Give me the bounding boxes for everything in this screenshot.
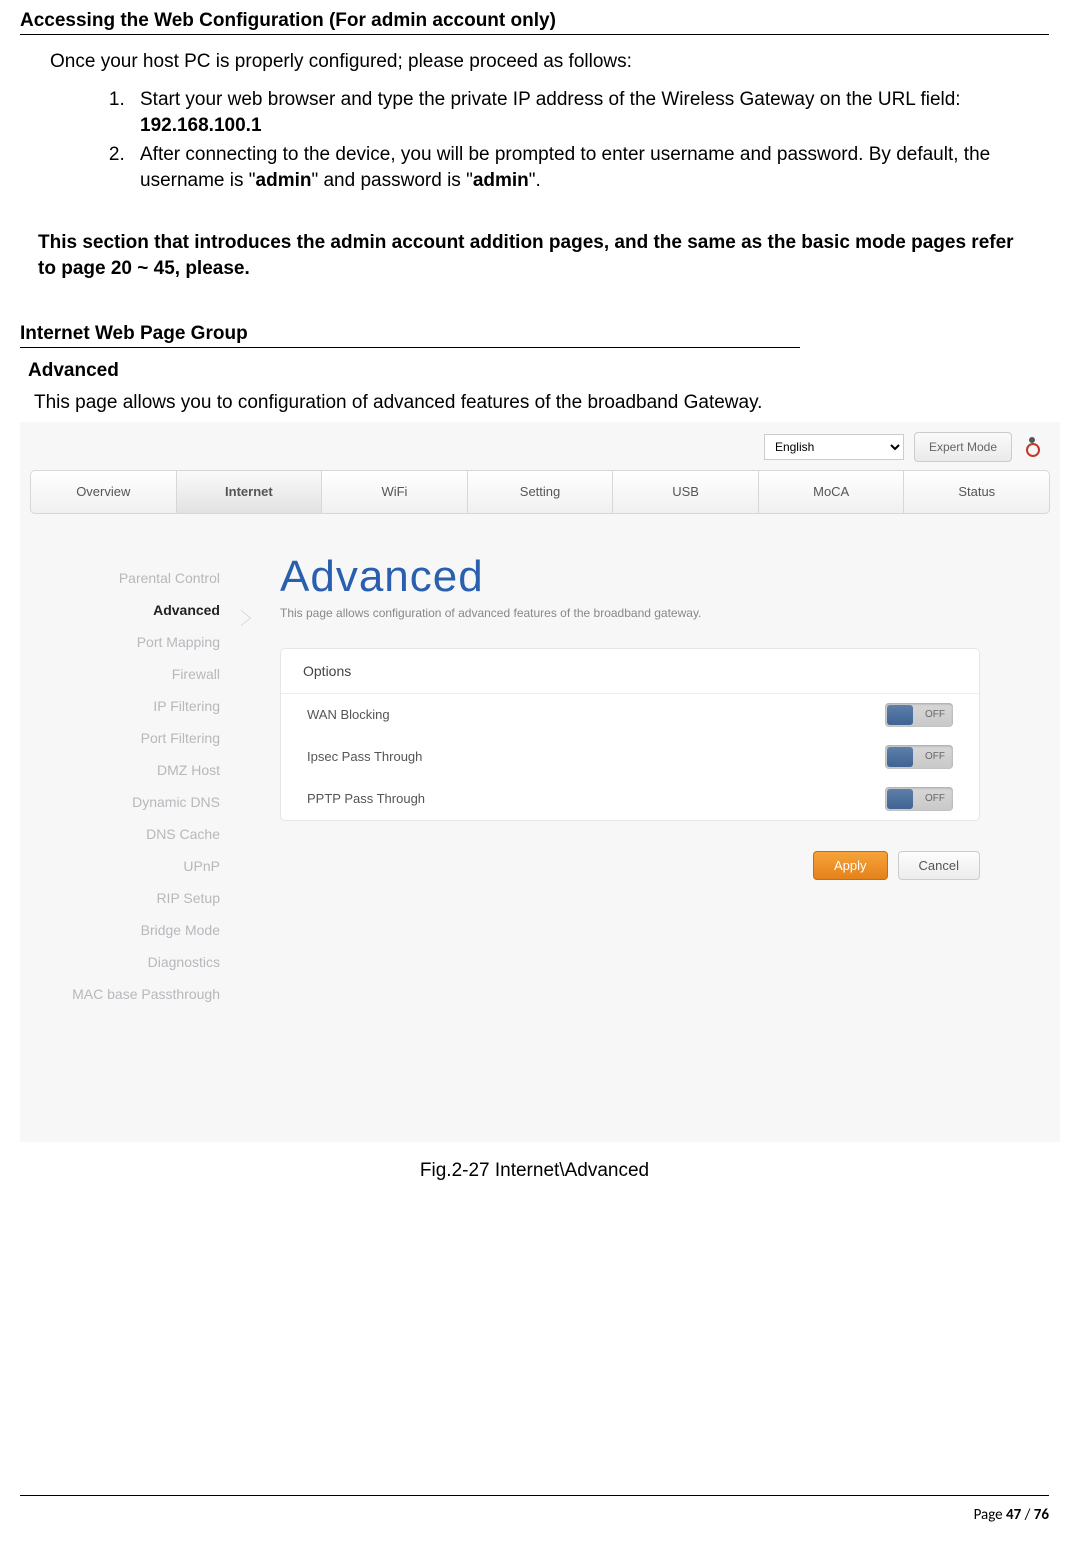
- sidebar-item-ddns[interactable]: Dynamic DNS: [30, 786, 240, 818]
- expert-mode-button[interactable]: Expert Mode: [914, 432, 1012, 462]
- panel-description: This page allows configuration of advanc…: [280, 606, 980, 620]
- button-row: Apply Cancel: [280, 851, 980, 880]
- option-wan-blocking: WAN Blocking OFF: [281, 694, 979, 736]
- step-2: After connecting to the device, you will…: [130, 142, 1049, 193]
- toggle-ipsec[interactable]: OFF: [885, 745, 953, 769]
- subsection-desc: This page allows you to configuration of…: [34, 392, 1049, 414]
- step-2-text-b: " and password is ": [311, 170, 472, 191]
- figure-caption: Fig.2-27 Internet\Advanced: [20, 1160, 1049, 1182]
- top-controls: English Expert Mode: [764, 432, 1042, 462]
- footer-sep: /: [1021, 1506, 1034, 1524]
- step-2-text-c: ".: [529, 170, 541, 191]
- sidebar-item-advanced[interactable]: Advanced: [30, 594, 240, 626]
- tab-moca[interactable]: MoCA: [759, 471, 905, 513]
- options-header: Options: [281, 649, 979, 694]
- sidebar-item-mac-pass[interactable]: MAC base Passthrough: [30, 978, 240, 1010]
- sidebar-item-dns-cache[interactable]: DNS Cache: [30, 818, 240, 850]
- panel-title: Advanced: [280, 552, 980, 602]
- sidebar-item-parental[interactable]: Parental Control: [30, 562, 240, 594]
- group-heading: Internet Web Page Group: [20, 323, 800, 348]
- options-card: Options WAN Blocking OFF Ipsec Pass Thro…: [280, 648, 980, 821]
- option-label: PPTP Pass Through: [307, 791, 425, 806]
- tab-setting[interactable]: Setting: [468, 471, 614, 513]
- sidebar-item-port-mapping[interactable]: Port Mapping: [30, 626, 240, 658]
- language-select[interactable]: English: [764, 434, 904, 460]
- tab-overview[interactable]: Overview: [31, 471, 177, 513]
- footer-page-num: 47: [1006, 1506, 1021, 1524]
- footer-page-label: Page: [974, 1506, 1006, 1524]
- step-2-user: admin: [256, 170, 312, 191]
- option-label: Ipsec Pass Through: [307, 749, 422, 764]
- cancel-button[interactable]: Cancel: [898, 851, 980, 880]
- main-panel: Advanced This page allows configuration …: [280, 552, 980, 880]
- footer-divider: [20, 1495, 1049, 1496]
- sidebar-item-port-filtering[interactable]: Port Filtering: [30, 722, 240, 754]
- step-2-pass: admin: [473, 170, 529, 191]
- intro-text: Once your host PC is properly configured…: [50, 51, 1049, 73]
- option-ipsec: Ipsec Pass Through OFF: [281, 736, 979, 778]
- tab-usb[interactable]: USB: [613, 471, 759, 513]
- sidebar-item-ip-filtering[interactable]: IP Filtering: [30, 690, 240, 722]
- sidebar-item-bridge[interactable]: Bridge Mode: [30, 914, 240, 946]
- note-text: This section that introduces the admin a…: [38, 230, 1031, 283]
- sidebar-item-dmz[interactable]: DMZ Host: [30, 754, 240, 786]
- page-footer: Page 47 / 76: [974, 1506, 1049, 1524]
- sidebar: Parental Control Advanced Port Mapping F…: [30, 562, 240, 1010]
- tab-internet[interactable]: Internet: [177, 471, 323, 513]
- apply-button[interactable]: Apply: [813, 851, 888, 880]
- toggle-pptp[interactable]: OFF: [885, 787, 953, 811]
- main-tabbar: Overview Internet WiFi Setting USB MoCA …: [30, 470, 1050, 514]
- sidebar-item-diagnostics[interactable]: Diagnostics: [30, 946, 240, 978]
- app-screenshot: English Expert Mode Overview Internet Wi…: [20, 422, 1060, 1142]
- footer-page-total: 76: [1034, 1506, 1049, 1524]
- logout-icon[interactable]: [1022, 437, 1042, 457]
- option-pptp: PPTP Pass Through OFF: [281, 778, 979, 820]
- steps-list: Start your web browser and type the priv…: [130, 87, 1049, 194]
- step-1: Start your web browser and type the priv…: [130, 87, 1049, 138]
- tab-status[interactable]: Status: [904, 471, 1049, 513]
- step-1-ip: 192.168.100.1: [140, 115, 262, 136]
- option-label: WAN Blocking: [307, 707, 390, 722]
- step-1-text: Start your web browser and type the priv…: [140, 89, 961, 110]
- tab-wifi[interactable]: WiFi: [322, 471, 468, 513]
- sidebar-item-upnp[interactable]: UPnP: [30, 850, 240, 882]
- section-heading: Accessing the Web Configuration (For adm…: [20, 10, 1049, 35]
- subsection-heading: Advanced: [28, 360, 1049, 382]
- sidebar-item-firewall[interactable]: Firewall: [30, 658, 240, 690]
- toggle-wan-blocking[interactable]: OFF: [885, 703, 953, 727]
- sidebar-item-rip[interactable]: RIP Setup: [30, 882, 240, 914]
